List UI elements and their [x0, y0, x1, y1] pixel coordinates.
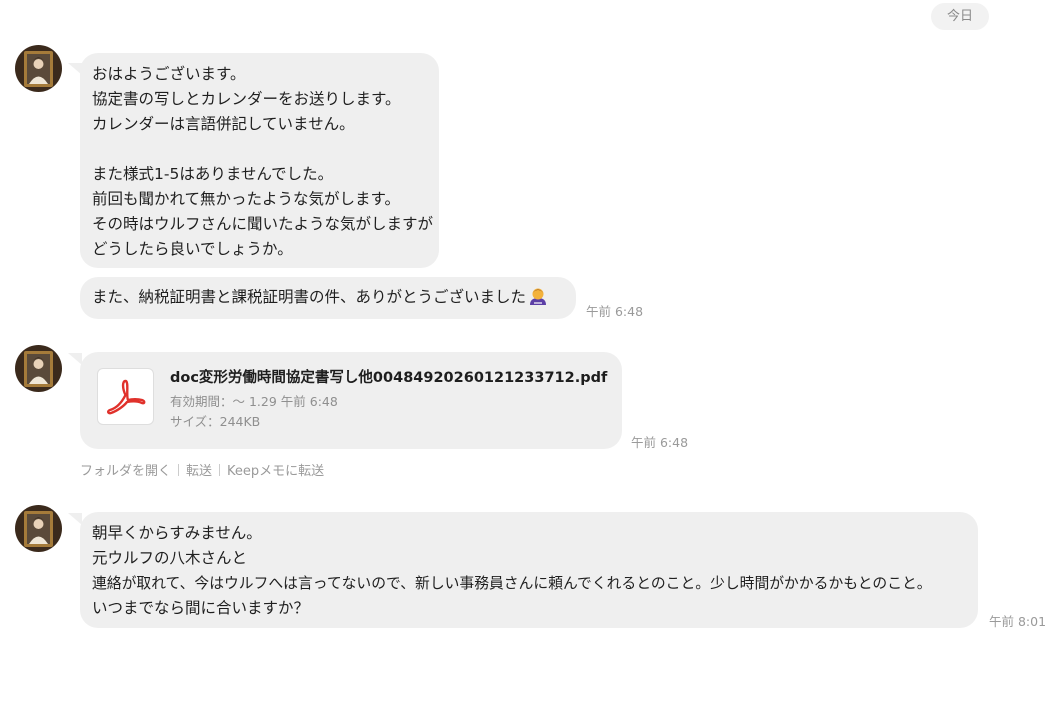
message-line: 前回も聞かれて無かったような気がします。	[92, 190, 400, 208]
message-bubble[interactable]: また、納税証明書と課税証明書の件、ありがとうございました	[80, 277, 576, 319]
forward-link[interactable]: 転送	[186, 464, 212, 479]
action-divider	[219, 464, 221, 476]
action-divider	[178, 464, 180, 476]
message-bubble[interactable]: 朝早くからすみません。 元ウルフの八木さんと 連絡が取れて、今はウルフへは言って…	[80, 512, 978, 628]
file-expiry: 有効期間：〜 1.29 午前 6:48	[170, 394, 338, 409]
avatar-portrait-icon	[15, 45, 62, 92]
message-text: また、納税証明書と課税証明書の件、ありがとうございました	[92, 288, 527, 306]
message-timestamp: 午前 6:48	[631, 435, 689, 450]
pdf-icon	[107, 379, 146, 415]
forward-to-keep-memo-link[interactable]: Keepメモに転送	[227, 464, 324, 479]
message-line: その時はウルフさんに聞いたような気がしますが	[92, 215, 434, 233]
message-line: カレンダーは言語併記していません。	[92, 115, 355, 133]
message-bubble[interactable]: おはようございます。 協定書の写しとカレンダーをお送りします。 カレンダーは言語…	[80, 53, 439, 268]
message-line: どうしたら良いでしょうか。	[92, 240, 293, 258]
message-line: いつまでなら間に合いますか？	[92, 599, 310, 617]
pdf-file-thumbnail[interactable]	[97, 368, 154, 425]
open-folder-link[interactable]: フォルダを開く	[80, 464, 171, 479]
file-name[interactable]: doc変形労働時間協定書写し他00484920260121233712.pdf	[170, 368, 607, 388]
file-actions: フォルダを開く 転送 Keepメモに転送	[80, 462, 324, 482]
chat-window: 今日 おはようございます。 協定書の写しとカレンダーをお送りします。 カレンダー…	[0, 0, 1054, 703]
message-line: 朝早くからすみません。	[92, 524, 262, 542]
avatar[interactable]	[15, 505, 62, 552]
message-line: 連絡が取れて、今はウルフへは言ってないので、新しい事務員さんに頼んでくれるとのこ…	[92, 575, 932, 592]
bubble-tail	[68, 513, 82, 525]
message-line: また様式1-5はありませんでした。	[92, 165, 334, 183]
file-message-bubble[interactable]: doc変形労働時間協定書写し他00484920260121233712.pdf …	[80, 352, 622, 449]
message-line: 元ウルフの八木さんと	[92, 549, 248, 567]
message-timestamp: 午前 8:01	[989, 614, 1047, 629]
bubble-tail	[68, 353, 82, 365]
file-size: サイズ：244KB	[170, 414, 261, 429]
message-line: おはようございます。	[92, 65, 246, 83]
bowing-person-emoji-icon	[530, 288, 547, 305]
date-divider: 今日	[931, 3, 989, 30]
avatar[interactable]	[15, 45, 62, 92]
avatar-portrait-icon	[15, 345, 62, 392]
avatar[interactable]	[15, 345, 62, 392]
message-line: 協定書の写しとカレンダーをお送りします。	[92, 90, 401, 108]
message-timestamp: 午前 6:48	[586, 304, 644, 319]
avatar-portrait-icon	[15, 505, 62, 552]
